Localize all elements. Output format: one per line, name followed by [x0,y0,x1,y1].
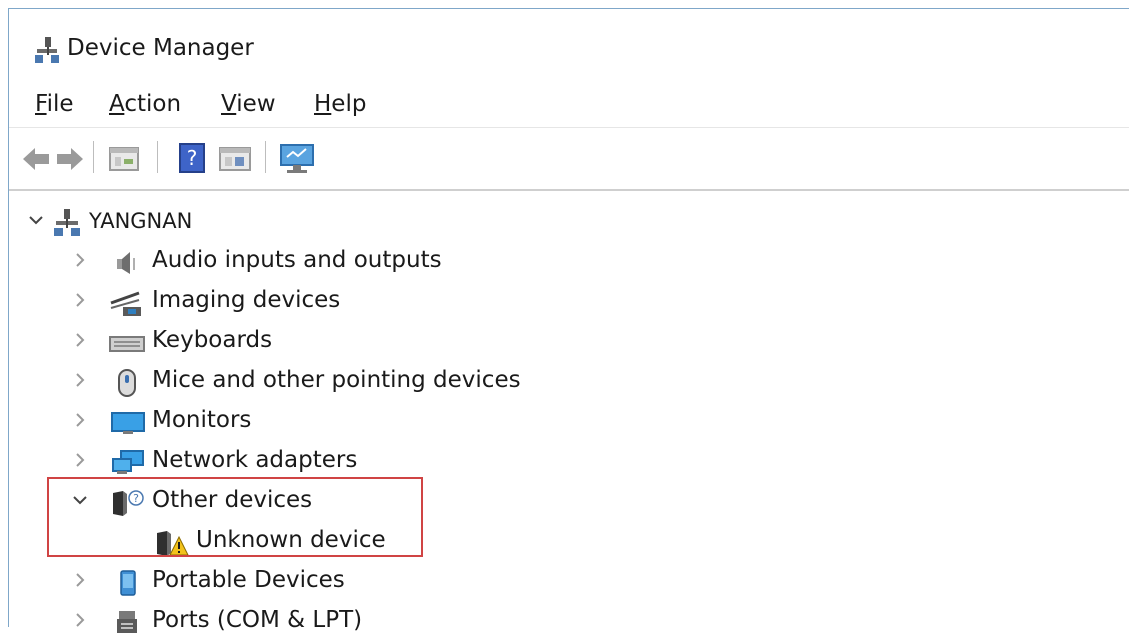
toolbar-separator [157,141,158,173]
tree-item[interactable]: Audio inputs and outputs [9,243,1129,283]
chevron-right-icon[interactable] [71,451,89,469]
menu-view[interactable]: View [221,91,276,117]
tree-item[interactable]: Monitors [9,403,1129,443]
monitor-icon [111,412,145,434]
chevron-right-icon[interactable] [71,291,89,309]
chevron-right-icon[interactable] [71,251,89,269]
tree-item[interactable]: Ports (COM & LPT) [9,603,1129,643]
chevron-right-icon[interactable] [71,611,89,629]
highlight-box [47,477,423,557]
tree-item[interactable]: Keyboards [9,323,1129,363]
tree-item[interactable]: Mice and other pointing devices [9,363,1129,403]
tree-item[interactable]: Portable Devices [9,563,1129,603]
network-icon [112,450,144,474]
chevron-right-icon[interactable] [71,571,89,589]
device-manager-window: Device Manager File Action View Help ? Y… [8,8,1129,633]
port-icon [117,611,137,633]
chevron-right-icon[interactable] [71,331,89,349]
title-bar: Device Manager [9,9,1129,79]
tree-root[interactable]: YANGNAN [9,203,1129,243]
menu-file[interactable]: File [35,91,74,117]
toolbar: ? [9,129,1129,191]
device-manager-icon [35,37,59,63]
forward-arrow-icon[interactable] [55,145,85,173]
camera-icon [110,291,141,316]
back-arrow-icon[interactable] [21,145,51,173]
device-tree: YANGNAN Audio inputs and outputs Imaging… [9,195,1129,633]
help-icon[interactable]: ? [179,143,205,173]
details-view-icon[interactable] [219,145,251,173]
menu-help[interactable]: Help [314,91,366,117]
chevron-down-icon[interactable] [27,211,45,229]
chevron-right-icon[interactable] [71,411,89,429]
window-title: Device Manager [67,35,254,61]
chevron-right-icon[interactable] [71,371,89,389]
menu-action[interactable]: Action [109,91,181,117]
svg-text:?: ? [187,146,198,170]
scan-hardware-icon[interactable] [279,143,315,175]
portable-device-icon [120,570,136,596]
tree-root-label: YANGNAN [89,209,193,233]
tree-item[interactable]: Imaging devices [9,283,1129,323]
properties-icon[interactable] [109,145,139,173]
mouse-icon [118,369,136,397]
toolbar-separator [265,141,266,173]
toolbar-separator [93,141,94,173]
keyboard-icon [109,336,145,352]
menu-bar: File Action View Help [9,85,1129,128]
speaker-icon [117,252,135,274]
computer-icon [54,209,80,236]
